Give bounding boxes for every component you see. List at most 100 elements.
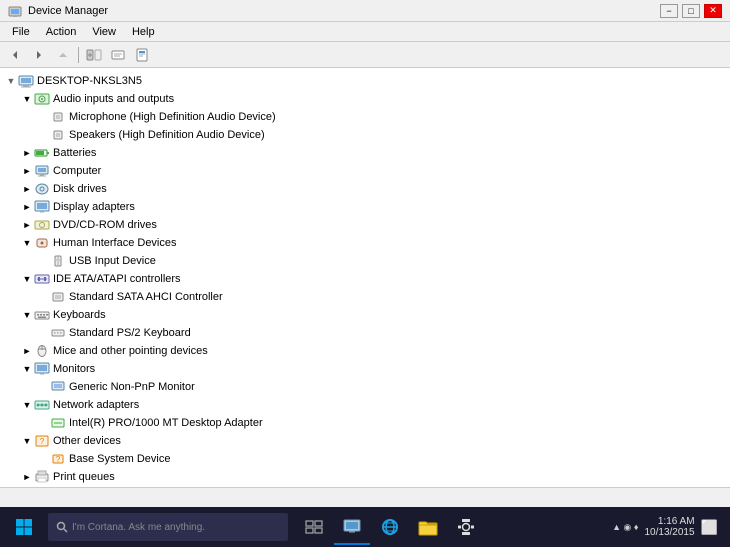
device-icon-other: ? — [34, 433, 50, 449]
toolbar-forward[interactable] — [28, 45, 50, 65]
expand-icon-display[interactable]: ► — [20, 200, 34, 214]
device-icon-audio — [34, 91, 50, 107]
tree-item-mice[interactable]: ►Mice and other pointing devices — [0, 342, 730, 360]
device-icon-base: ? — [50, 451, 66, 467]
tree-item-intel-net[interactable]: Intel(R) PRO/1000 MT Desktop Adapter — [0, 414, 730, 432]
toolbar-sep-1 — [78, 47, 79, 63]
toolbar-back[interactable] — [4, 45, 26, 65]
device-label-microphone: Microphone (High Definition Audio Device… — [69, 111, 276, 123]
tree-item-sata[interactable]: Standard SATA AHCI Controller — [0, 288, 730, 306]
device-icon-computer — [34, 163, 50, 179]
device-label-monitors: Monitors — [53, 363, 95, 375]
app-icon — [8, 4, 22, 18]
tree-item-audio[interactable]: ▼Audio inputs and outputs — [0, 90, 730, 108]
menu-help[interactable]: Help — [124, 24, 163, 40]
device-icon-display — [34, 199, 50, 215]
tree-item-display[interactable]: ►Display adapters — [0, 198, 730, 216]
expand-icon-ide[interactable]: ▼ — [20, 272, 34, 286]
expand-icon-hid[interactable]: ▼ — [20, 236, 34, 250]
menu-action[interactable]: Action — [38, 24, 85, 40]
tree-item-ps2[interactable]: Standard PS/2 Keyboard — [0, 324, 730, 342]
expand-icon-print[interactable]: ► — [20, 470, 34, 484]
menu-view[interactable]: View — [84, 24, 124, 40]
tree-item-speakers[interactable]: Speakers (High Definition Audio Device) — [0, 126, 730, 144]
tree-item-other[interactable]: ▼?Other devices — [0, 432, 730, 450]
title-bar: Device Manager − □ ✕ — [0, 0, 730, 22]
expand-icon-other[interactable]: ▼ — [20, 434, 34, 448]
device-icon-microphone — [50, 109, 66, 125]
tree-item-dvd[interactable]: ►DVD/CD-ROM drives — [0, 216, 730, 234]
device-icon-intel-net — [50, 415, 66, 431]
expand-icon-computer[interactable]: ► — [20, 164, 34, 178]
expand-icon-base — [36, 452, 50, 466]
device-label-sata: Standard SATA AHCI Controller — [69, 291, 223, 303]
close-button[interactable]: ✕ — [704, 4, 722, 18]
title-bar-title: Device Manager — [28, 5, 108, 17]
search-icon — [56, 521, 68, 533]
expand-icon-keyboards[interactable]: ▼ — [20, 308, 34, 322]
device-label-speakers: Speakers (High Definition Audio Device) — [69, 129, 265, 141]
ie-button[interactable] — [372, 509, 408, 545]
device-icon-ps2 — [50, 325, 66, 341]
title-bar-left: Device Manager — [8, 4, 108, 18]
tree-item-base[interactable]: ?Base System Device — [0, 450, 730, 468]
toolbar-resources[interactable] — [107, 45, 129, 65]
menu-file[interactable]: File — [4, 24, 38, 40]
device-label-keyboards: Keyboards — [53, 309, 106, 321]
tree-item-usb[interactable]: USB Input Device — [0, 252, 730, 270]
notification-icon[interactable]: ⬜ — [701, 519, 718, 536]
tree-item-keyboards[interactable]: ▼ Keyboards — [0, 306, 730, 324]
expand-icon-dvd[interactable]: ► — [20, 218, 34, 232]
expand-icon-audio[interactable]: ▼ — [20, 92, 34, 106]
expand-root-icon: ▼ — [4, 74, 18, 88]
windows-logo-icon — [15, 518, 33, 536]
cortana-search[interactable]: I'm Cortana. Ask me anything. — [48, 513, 288, 541]
toolbar — [0, 42, 730, 68]
device-icon-ide — [34, 271, 50, 287]
device-tree[interactable]: ▼ DESKTOP-NKSL3N5 ▼Audio inputs and outp… — [0, 68, 730, 487]
device-label-base: Base System Device — [69, 453, 170, 465]
tree-item-hid[interactable]: ▼Human Interface Devices — [0, 234, 730, 252]
tree-item-batteries[interactable]: ►Batteries — [0, 144, 730, 162]
device-icon-usb — [50, 253, 66, 269]
device-icon-dvd — [34, 217, 50, 233]
tree-item-microphone[interactable]: Microphone (High Definition Audio Device… — [0, 108, 730, 126]
expand-icon-generic-monitor — [36, 380, 50, 394]
toolbar-properties[interactable] — [131, 45, 153, 65]
expand-icon-network[interactable]: ▼ — [20, 398, 34, 412]
toolbar-up[interactable] — [52, 45, 74, 65]
device-manager-taskbar-btn[interactable] — [334, 509, 370, 545]
tree-item-print[interactable]: ►Print queues — [0, 468, 730, 486]
maximize-button[interactable]: □ — [682, 4, 700, 18]
file-explorer-button[interactable] — [410, 509, 446, 545]
expand-icon-mice[interactable]: ► — [20, 344, 34, 358]
ie-icon — [380, 517, 400, 537]
tree-item-network[interactable]: ▼Network adapters — [0, 396, 730, 414]
tree-item-generic-monitor[interactable]: Generic Non-PnP Monitor — [0, 378, 730, 396]
start-button[interactable] — [4, 509, 44, 545]
device-label-ps2: Standard PS/2 Keyboard — [69, 327, 191, 339]
tree-item-ide[interactable]: ▼IDE ATA/ATAPI controllers — [0, 270, 730, 288]
taskbar-app-icon — [343, 518, 361, 534]
tree-item-monitors[interactable]: ▼ Monitors — [0, 360, 730, 378]
device-label-intel-net: Intel(R) PRO/1000 MT Desktop Adapter — [69, 417, 263, 429]
expand-icon-diskdrives[interactable]: ► — [20, 182, 34, 196]
svg-text:?: ? — [40, 437, 45, 446]
tree-item-diskdrives[interactable]: ►Disk drives — [0, 180, 730, 198]
task-view-button[interactable] — [296, 509, 332, 545]
menu-bar: File Action View Help — [0, 22, 730, 42]
tree-item-computer[interactable]: ► Computer — [0, 162, 730, 180]
settings-button[interactable] — [448, 509, 484, 545]
expand-icon-microphone — [36, 110, 50, 124]
device-icon-network — [34, 397, 50, 413]
device-icon-sata — [50, 289, 66, 305]
toolbar-show-hidden[interactable] — [83, 45, 105, 65]
device-label-computer: Computer — [53, 165, 101, 177]
minimize-button[interactable]: − — [660, 4, 678, 18]
properties-icon — [134, 48, 150, 62]
device-label-usb: USB Input Device — [69, 255, 156, 267]
expand-icon-monitors[interactable]: ▼ — [20, 362, 34, 376]
expand-icon-batteries[interactable]: ► — [20, 146, 34, 160]
settings-icon — [456, 517, 476, 537]
tree-root[interactable]: ▼ DESKTOP-NKSL3N5 — [0, 72, 730, 90]
